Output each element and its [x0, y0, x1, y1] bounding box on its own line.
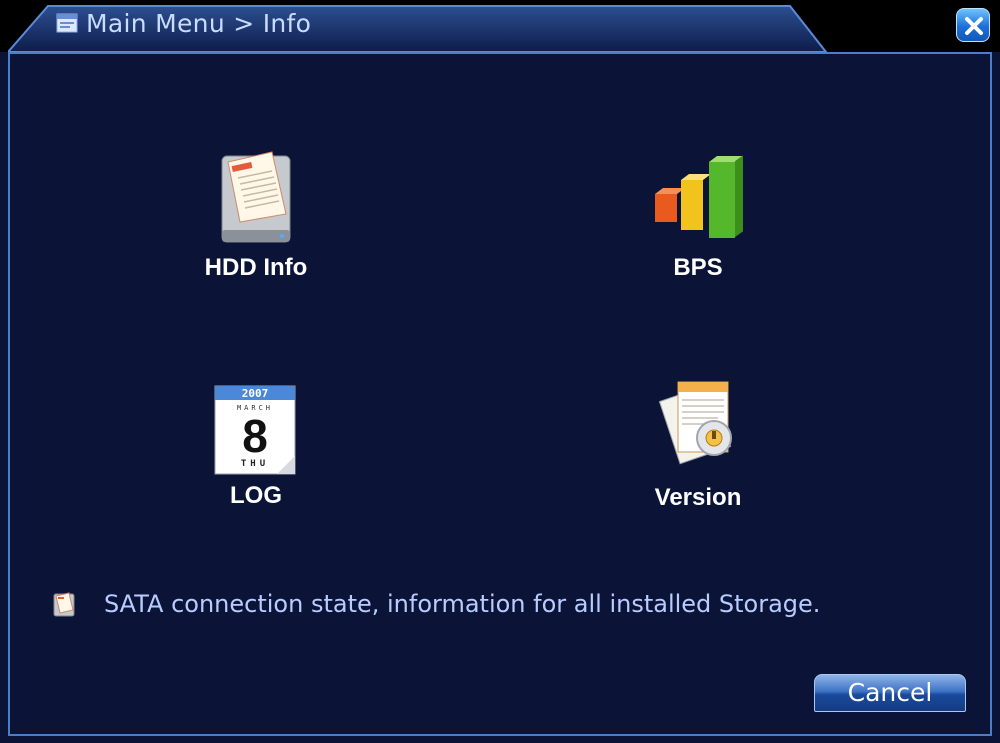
- breadcrumb: Main Menu > Info: [86, 9, 312, 38]
- svg-text:2007: 2007: [242, 387, 269, 400]
- bps-bar-chart-icon: [655, 155, 743, 238]
- info-window: Main Menu > Info HDD Info BPS 2007 MARCH…: [0, 0, 1000, 743]
- bps-label: BPS: [673, 254, 723, 281]
- hint-text: SATA connection state, information for a…: [104, 590, 821, 618]
- close-icon: [965, 17, 983, 35]
- hdd-mini-icon: [53, 592, 75, 617]
- content-panel: [8, 52, 992, 736]
- hdd-info-label: HDD Info: [204, 254, 308, 281]
- hdd-info-tile[interactable]: HDD Info: [176, 148, 336, 298]
- version-label: Version: [654, 484, 742, 511]
- bps-tile[interactable]: BPS: [618, 148, 778, 298]
- log-label: LOG: [230, 482, 282, 509]
- version-document-icon: [658, 381, 732, 465]
- log-tile[interactable]: 2007 MARCH 8 THU LOG: [176, 382, 336, 522]
- cancel-button[interactable]: Cancel: [814, 674, 966, 712]
- window-icon: [56, 13, 78, 33]
- hdd-info-icon: [221, 151, 291, 243]
- svg-text:8: 8: [242, 410, 268, 462]
- version-tile[interactable]: Version: [618, 376, 778, 522]
- close-button[interactable]: [956, 8, 990, 42]
- svg-text:THU: THU: [241, 459, 269, 469]
- log-calendar-icon: 2007 MARCH 8 THU: [214, 385, 296, 475]
